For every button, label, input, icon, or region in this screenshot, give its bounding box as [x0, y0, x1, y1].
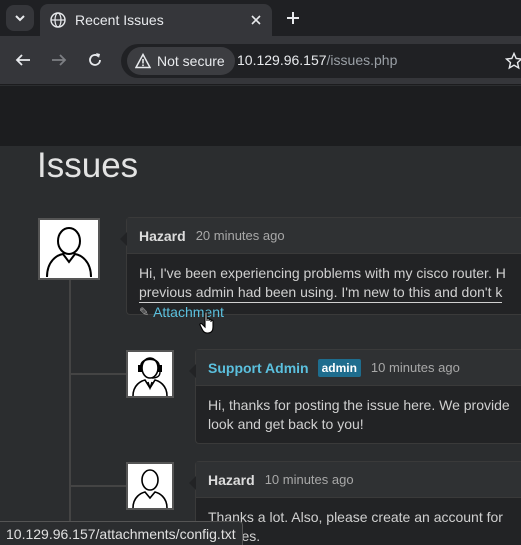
comment-text-line: Hi, thanks for posting the issue here. W…	[208, 397, 510, 413]
reload-button[interactable]	[83, 48, 107, 72]
user-icon	[132, 469, 168, 508]
plus-icon	[287, 12, 299, 24]
close-icon[interactable]	[246, 10, 266, 30]
comment-text-line: Thanks a lot. Also, please create an acc…	[208, 509, 503, 525]
thread-line	[69, 279, 71, 545]
avatar	[126, 350, 174, 398]
site-navbar	[0, 86, 521, 146]
comment: Hazard 20 minutes ago Hi, I've been expe…	[120, 217, 521, 320]
comment-author: Hazard	[139, 227, 186, 244]
comment-text-line: the files.	[208, 528, 261, 544]
url-host: 10.129.96.157	[237, 52, 327, 68]
comment-header: Support Admin admin 10 minutes ago	[196, 350, 521, 386]
back-button[interactable]	[11, 48, 35, 72]
comment-time: 20 minutes ago	[195, 228, 285, 243]
avatar	[38, 218, 100, 280]
support-agent-icon	[132, 357, 168, 396]
page-title: Issues	[37, 146, 139, 185]
comment-body: Thanks a lot. Also, please create an acc…	[196, 498, 521, 545]
comment-header: Hazard 10 minutes ago	[196, 462, 521, 498]
admin-badge: admin	[317, 358, 361, 377]
tab-title: Recent Issues	[75, 12, 164, 28]
comment-text-line: look and get back to you!	[208, 416, 364, 432]
avatar	[126, 462, 174, 510]
browser-toolbar: Not secure 10.129.96.157/issues.php	[0, 36, 521, 85]
url-path: /issues.php	[326, 52, 398, 68]
tab-recent-issues[interactable]: Recent Issues	[40, 4, 272, 36]
thread-connector	[71, 373, 127, 375]
user-icon	[46, 227, 92, 277]
comment-text-line: previous admin had been using. I'm new t…	[139, 283, 503, 303]
comment-author: Hazard	[208, 471, 255, 488]
thread-connector	[71, 485, 127, 487]
attachment-link[interactable]: ✎ Attachment	[139, 303, 509, 322]
globe-icon	[50, 12, 66, 28]
comment-time: 10 minutes ago	[370, 360, 460, 375]
star-icon[interactable]	[504, 51, 521, 75]
paperclip-icon: ✎	[139, 305, 150, 319]
new-tab-button[interactable]	[282, 6, 304, 30]
security-chip[interactable]: Not secure	[127, 47, 235, 75]
comment-author[interactable]: Support Admin	[208, 360, 309, 376]
hand-pointer-icon	[199, 311, 219, 340]
comment: Hazard 10 minutes ago Thanks a lot. Also…	[189, 461, 521, 545]
security-label: Not secure	[157, 53, 225, 69]
address-bar[interactable]: Not secure 10.129.96.157/issues.php	[121, 44, 521, 78]
comment: Support Admin admin 10 minutes ago Hi, t…	[189, 349, 521, 444]
comment-body: Hi, thanks for posting the issue here. W…	[196, 386, 521, 444]
link-status-bar: 10.129.96.157/attachments/config.txt	[0, 521, 243, 545]
tab-search-button[interactable]	[6, 5, 34, 31]
arrow-right-icon	[52, 54, 67, 66]
comment-body: Hi, I've been experiencing problems with…	[127, 254, 521, 332]
reload-icon	[89, 53, 101, 66]
arrow-left-icon	[15, 54, 30, 66]
tab-strip: Recent Issues	[0, 0, 521, 36]
comment-text-line: Hi, I've been experiencing problems with…	[139, 265, 506, 281]
comment-header: Hazard 20 minutes ago	[127, 218, 521, 254]
comment-time: 10 minutes ago	[264, 472, 354, 487]
chevron-down-icon	[15, 15, 25, 22]
warning-icon	[135, 53, 151, 69]
url-text: 10.129.96.157/issues.php	[237, 52, 397, 68]
forward-button[interactable]	[47, 48, 71, 72]
